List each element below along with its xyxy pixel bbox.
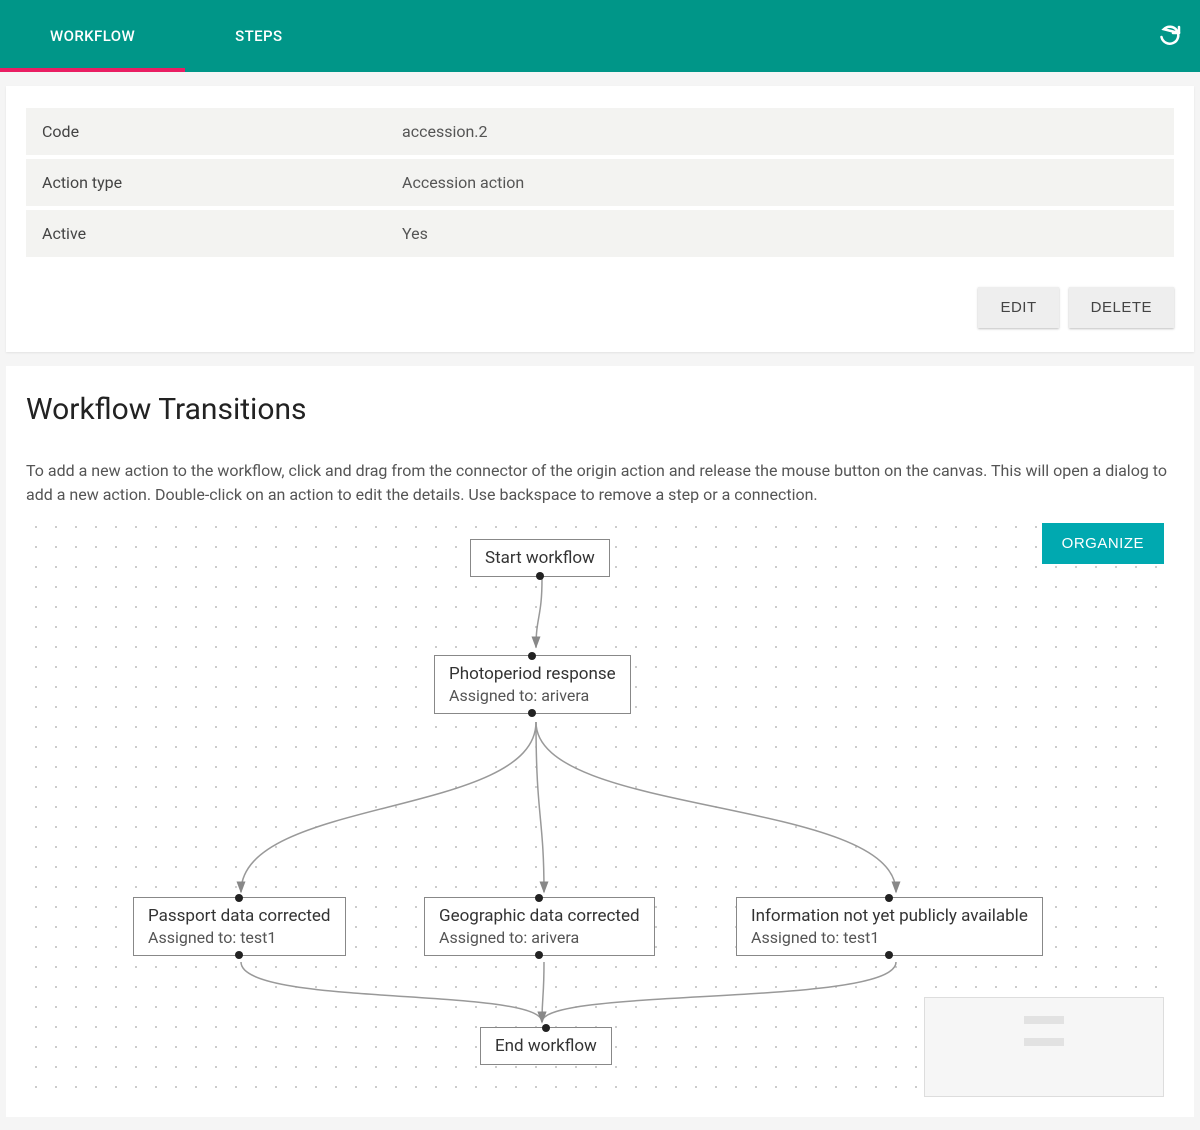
minimap-bar [1024, 1016, 1064, 1024]
node-passport-title: Passport data corrected [148, 906, 331, 926]
organize-button[interactable]: ORGANIZE [1042, 523, 1164, 564]
node-passport-assigned: Assigned to: test1 [148, 928, 331, 947]
node-geo-title: Geographic data corrected [439, 906, 640, 926]
node-information-not-yet-publicly-available[interactable]: Information not yet publicly available A… [736, 897, 1043, 956]
canvas-minimap[interactable] [924, 997, 1164, 1097]
minimap-bar [1024, 1038, 1064, 1046]
node-end-workflow[interactable]: End workflow [480, 1027, 612, 1065]
port-photo-bottom[interactable] [528, 709, 536, 717]
node-start-title: Start workflow [485, 548, 595, 568]
port-end-top[interactable] [542, 1024, 550, 1032]
info-label-active: Active [26, 210, 386, 257]
port-geo-bottom[interactable] [535, 951, 543, 959]
info-row-action-type: Action type Accession action [26, 159, 1174, 206]
tab-steps[interactable]: STEPS [185, 0, 332, 72]
port-geo-top[interactable] [535, 894, 543, 902]
port-photo-top[interactable] [528, 652, 536, 660]
info-row-active: Active Yes [26, 210, 1174, 257]
info-value-action-type: Accession action [386, 159, 1174, 206]
top-tabs-bar: WORKFLOW STEPS [0, 0, 1200, 72]
node-geo-assigned: Assigned to: arivera [439, 928, 640, 947]
port-info-bottom[interactable] [885, 951, 893, 959]
workflow-canvas[interactable]: ORGANIZE Start workflow [26, 517, 1174, 1097]
node-photoperiod-response[interactable]: Photoperiod response Assigned to: ariver… [434, 655, 631, 714]
node-photo-title: Photoperiod response [449, 664, 616, 684]
refresh-icon[interactable] [1158, 24, 1182, 48]
node-start-workflow[interactable]: Start workflow [470, 539, 610, 577]
node-passport-data-corrected[interactable]: Passport data corrected Assigned to: tes… [133, 897, 346, 956]
node-photo-assigned: Assigned to: arivera [449, 686, 616, 705]
info-label-code: Code [26, 108, 386, 155]
info-button-row: EDIT DELETE [26, 287, 1174, 328]
workflow-info-card: Code accession.2 Action type Accession a… [6, 86, 1194, 352]
info-value-code: accession.2 [386, 108, 1174, 155]
tab-workflow[interactable]: WORKFLOW [0, 0, 185, 72]
node-end-title: End workflow [495, 1036, 597, 1056]
transitions-help-text: To add a new action to the workflow, cli… [26, 459, 1174, 507]
port-passport-bottom[interactable] [235, 951, 243, 959]
port-info-top[interactable] [885, 894, 893, 902]
info-row-code: Code accession.2 [26, 108, 1174, 155]
node-info-assigned: Assigned to: test1 [751, 928, 1028, 947]
info-label-action-type: Action type [26, 159, 386, 206]
delete-button[interactable]: DELETE [1069, 287, 1174, 328]
transitions-title: Workflow Transitions [26, 392, 1174, 427]
node-geographic-data-corrected[interactable]: Geographic data corrected Assigned to: a… [424, 897, 655, 956]
tab-workflow-label: WORKFLOW [50, 27, 135, 45]
port-start-bottom[interactable] [536, 572, 544, 580]
info-table: Code accession.2 Action type Accession a… [26, 104, 1174, 261]
node-info-title: Information not yet publicly available [751, 906, 1028, 926]
port-passport-top[interactable] [235, 894, 243, 902]
workflow-transitions-section: Workflow Transitions To add a new action… [6, 366, 1194, 1117]
tab-steps-label: STEPS [235, 27, 282, 45]
info-value-active: Yes [386, 210, 1174, 257]
edit-button[interactable]: EDIT [978, 287, 1058, 328]
